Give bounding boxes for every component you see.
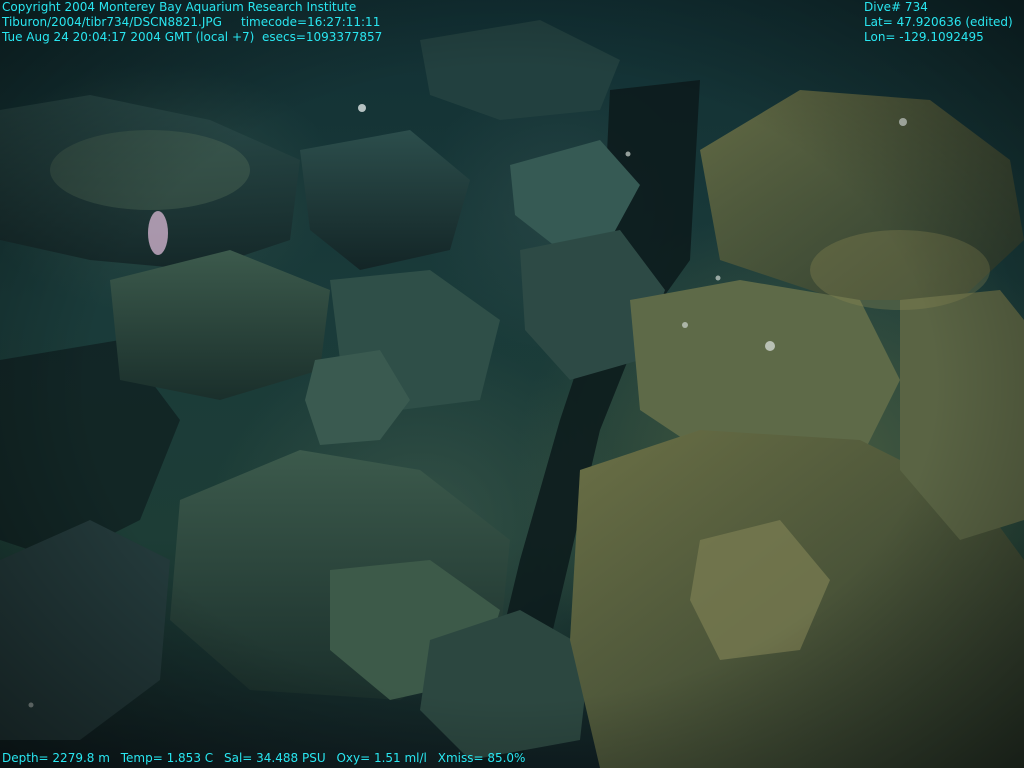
depth-readout: Depth= 2279.8 m	[2, 751, 110, 765]
seafloor-rock-scene	[0, 0, 1024, 768]
dive-number-text: Dive# 734	[864, 0, 928, 14]
sensor-readout-bar: Depth= 2279.8 m Temp= 1.853 C Sal= 34.48…	[2, 751, 532, 766]
salinity-readout: Sal= 34.488 PSU	[223, 751, 326, 765]
copyright-text: Copyright 2004 Monterey Bay Aquarium Res…	[2, 0, 357, 14]
oxygen-readout: Oxy= 1.51 ml/l	[336, 751, 427, 765]
file-timecode-text: Tiburon/2004/tibr734/DSCN8821.JPG timeco…	[2, 15, 381, 29]
date-esecs-text: Tue Aug 24 20:04:17 2004 GMT (local +7) …	[2, 30, 383, 44]
latitude-text: Lat= 47.920636 (edited)	[864, 15, 1013, 29]
header-right-info: Dive# 734 Lat= 47.920636 (edited) Lon= -…	[864, 0, 1013, 45]
vignette-overlay	[0, 0, 1024, 768]
underwater-photo-frame: Copyright 2004 Monterey Bay Aquarium Res…	[0, 0, 1024, 768]
temperature-readout: Temp= 1.853 C	[120, 751, 214, 765]
header-left-info: Copyright 2004 Monterey Bay Aquarium Res…	[2, 0, 382, 45]
transmissometer-readout: Xmiss= 85.0%	[437, 751, 526, 765]
longitude-text: Lon= -129.1092495	[864, 30, 984, 44]
